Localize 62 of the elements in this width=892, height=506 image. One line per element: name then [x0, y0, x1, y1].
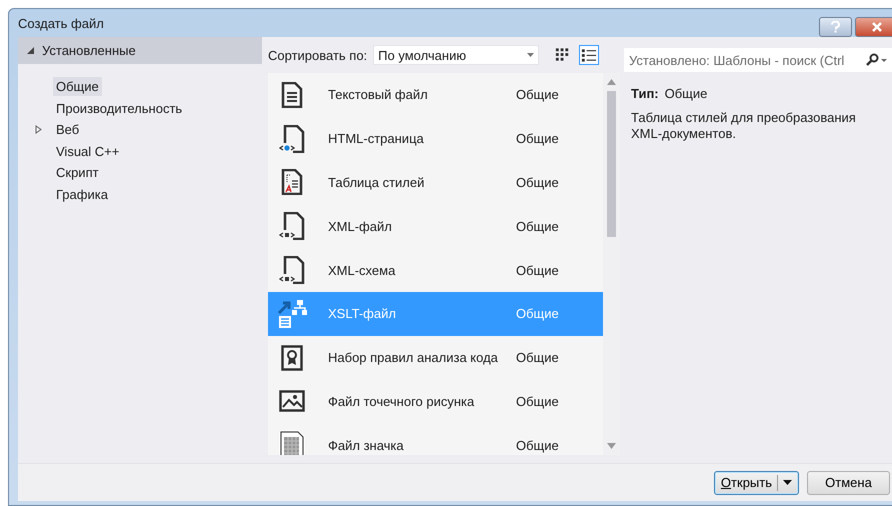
template-category: Общие — [516, 87, 559, 102]
template-name: HTML-страница — [328, 131, 425, 146]
template-category: Общие — [516, 131, 559, 146]
scrollbar-thumb[interactable] — [607, 91, 616, 237]
image-icon — [279, 390, 305, 412]
xml-file-icon — [279, 212, 305, 240]
tree-item[interactable]: Производительность — [53, 98, 186, 118]
template-row[interactable]: XML-схема Общие — [268, 248, 603, 292]
template-category: Общие — [516, 262, 559, 278]
close-icon — [871, 22, 883, 32]
sort-label: Сортировать по: — [268, 48, 368, 62]
help-button[interactable] — [819, 17, 852, 37]
template-category: Общие — [516, 174, 559, 190]
sort-dropdown[interactable]: По умолчанию — [373, 45, 540, 65]
document-icon — [281, 82, 303, 108]
certificate-icon — [281, 344, 303, 371]
template-category: Общие — [516, 438, 559, 453]
type-value: Общие — [664, 86, 708, 101]
xslt-transform-icon — [277, 298, 307, 329]
template-row[interactable]: Текстовый файл Общие — [268, 73, 603, 117]
stylesheet-icon — [281, 169, 303, 196]
tree-item[interactable]: Общие — [53, 77, 102, 96]
template-description: Таблица стилей для преобразования XML-документов. — [631, 110, 857, 142]
template-name: XML-файл — [328, 218, 393, 234]
template-category: Общие — [516, 218, 559, 234]
template-row[interactable]: Таблица стилей Общие — [268, 160, 603, 204]
template-row[interactable]: Набор правил анализа кода Общие — [268, 336, 603, 380]
template-category: Общие — [516, 394, 559, 409]
html-page-icon — [279, 124, 305, 153]
template-name: Набор правил анализа кода — [328, 350, 499, 366]
template-row[interactable]: XML-файл Общие — [268, 204, 603, 248]
collapse-arrow-icon[interactable] — [27, 47, 34, 54]
template-row[interactable]: Файл точечного рисунка Общие — [268, 380, 603, 424]
template-category: Общие — [516, 306, 559, 322]
template-name: Файл значка — [328, 438, 405, 453]
template-name: Файл точечного рисунка — [328, 394, 476, 409]
search-icon[interactable] — [865, 53, 887, 67]
close-button[interactable] — [855, 17, 892, 37]
template-name: XSLT-файл — [328, 306, 397, 322]
template-name: XML-схема — [328, 262, 396, 278]
xml-file-icon — [279, 256, 305, 284]
window-title: Создать файл — [18, 16, 105, 30]
template-row[interactable]: Файл значка Общие — [268, 423, 603, 455]
open-button[interactable]: Открыть — [714, 470, 799, 494]
template-category: Общие — [516, 350, 559, 366]
expand-arrow-icon[interactable] — [35, 125, 42, 134]
type-label: Тип: — [631, 86, 659, 101]
tree-item[interactable]: Visual C++ — [53, 142, 122, 161]
tree-header-label: Установленные — [42, 43, 136, 58]
tree-item[interactable]: Скрипт — [53, 163, 102, 182]
dropdown-arrow-icon[interactable] — [783, 480, 792, 486]
template-row[interactable]: HTML-страница Общие — [268, 116, 603, 161]
template-name: Таблица стилей — [328, 174, 426, 190]
list-view-button[interactable] — [579, 45, 600, 65]
question-mark-icon — [831, 21, 840, 33]
cancel-button[interactable]: Отмена — [807, 470, 890, 494]
tree-item[interactable]: Веб — [53, 120, 82, 140]
tree-item[interactable]: Графика — [53, 184, 111, 204]
template-name: Текстовый файл — [328, 87, 429, 102]
tree-header[interactable]: Установленные — [18, 37, 262, 64]
search-field[interactable]: Установлено: Шаблоны - поиск (Ctrl — [624, 48, 892, 72]
dropdown-arrow-icon — [527, 53, 534, 57]
